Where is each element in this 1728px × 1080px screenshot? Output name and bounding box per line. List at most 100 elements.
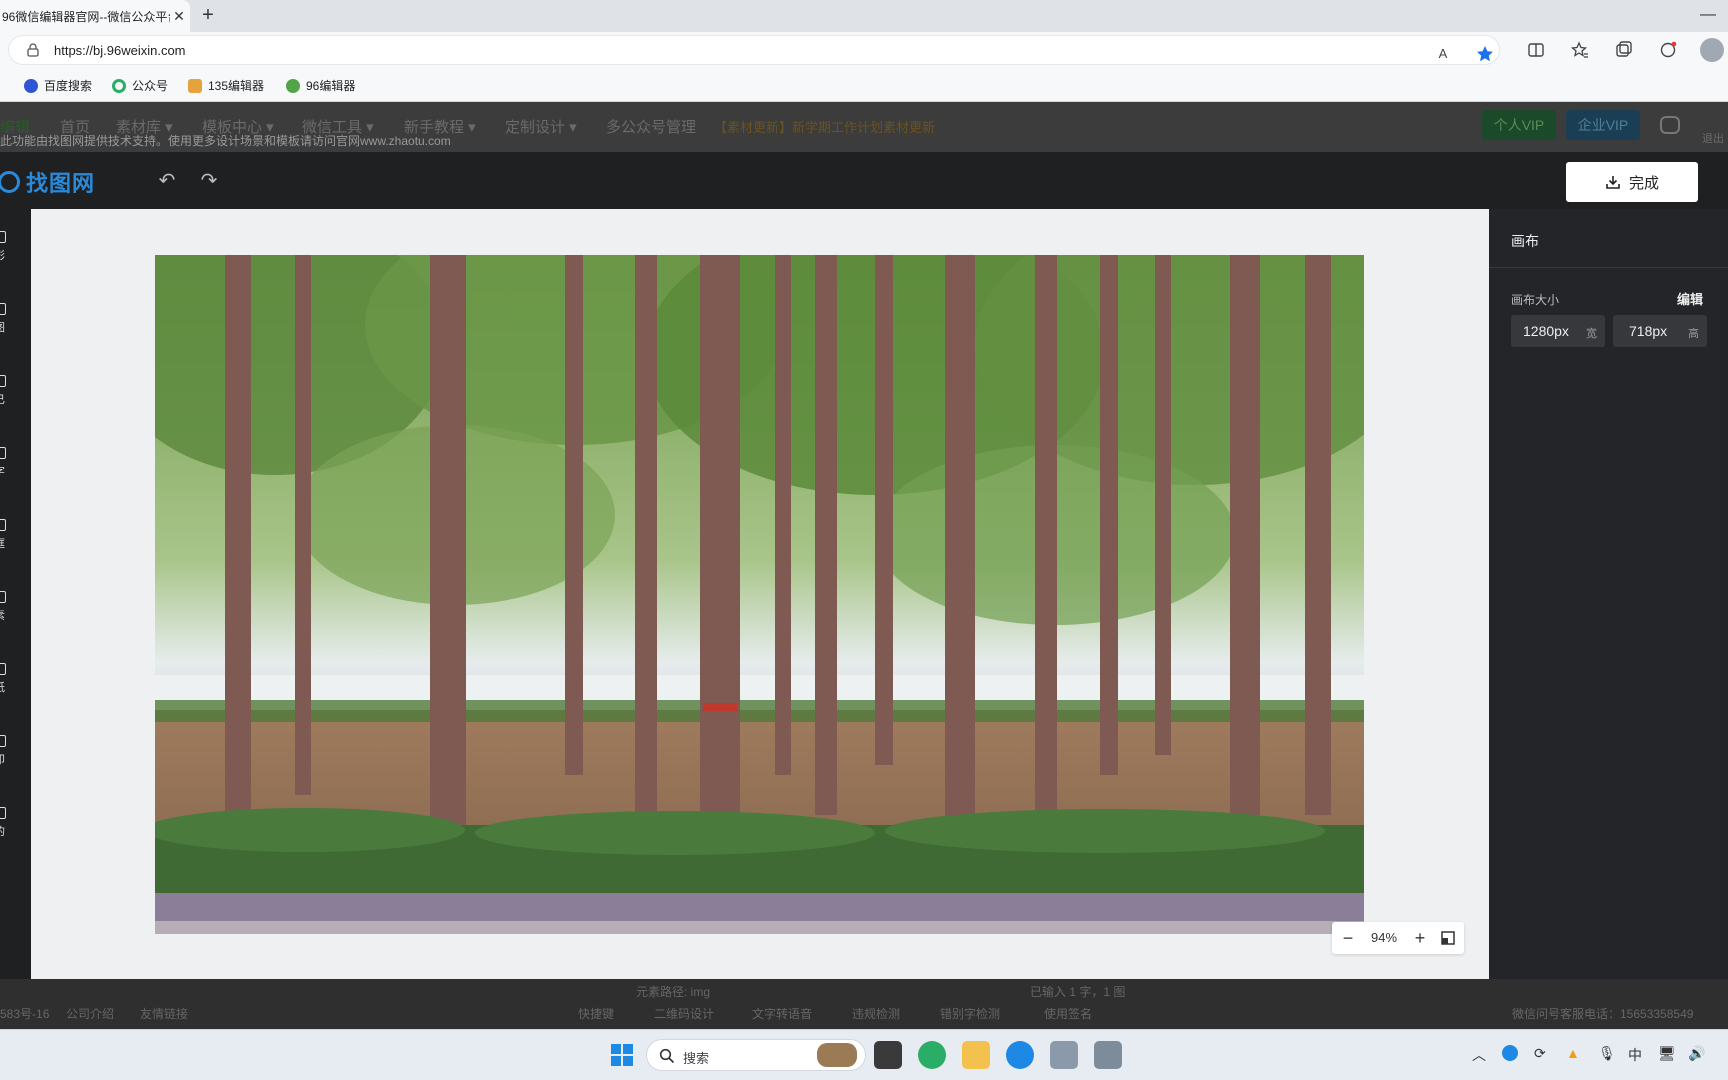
split-screen-icon[interactable] [1526, 40, 1546, 60]
minimize-button[interactable]: — [1700, 6, 1716, 24]
sync-icon[interactable]: ⟳ [1534, 1045, 1546, 1062]
canvas-height-field[interactable]: 718px 高 [1613, 315, 1707, 347]
search-icon [659, 1048, 675, 1064]
logo-text: 找图网 [26, 171, 96, 196]
tool-qrcode[interactable]: 二维码设计 [654, 1005, 714, 1022]
canvas-size-label: 画布大小 [1511, 293, 1560, 307]
notice-text[interactable]: 【素材更新】新学期工作计划素材更新 [714, 117, 935, 136]
zoom-control: − 94% + [1332, 922, 1464, 954]
rail-item-uploaded[interactable]: 已 [0, 375, 31, 415]
network-icon[interactable]: 🖥 [1658, 1045, 1676, 1062]
nav-item-custom-design[interactable]: 定制设计 ▾ [505, 116, 577, 137]
properties-panel: 画布 画布大小 编辑 1280px 宽 718px 高 [1489, 209, 1728, 979]
edit-size-button[interactable]: 编辑 [1677, 289, 1703, 308]
bookmarks-bar: 百度搜索 公众号 135编辑器 96编辑器 [0, 68, 1728, 102]
bookmark-label: 135编辑器 [208, 79, 265, 93]
paw-icon [24, 78, 38, 93]
width-unit: 宽 [1586, 328, 1597, 340]
zoom-in-button[interactable]: + [1410, 926, 1430, 950]
left-tool-rail: 影 图 已 字 框 素 纸 印 的 [0, 209, 31, 979]
favorites-icon[interactable] [1570, 40, 1590, 60]
rail-label: 已 [0, 391, 5, 407]
profile-avatar[interactable] [1700, 38, 1724, 62]
rail-item-photo[interactable]: 影 [0, 231, 31, 271]
taskbar-search[interactable]: 搜索 [646, 1039, 866, 1071]
canvas-area [31, 209, 1489, 979]
enterprise-vip-button[interactable]: 企业VIP [1566, 110, 1640, 140]
task-view-icon[interactable] [874, 1041, 902, 1069]
tray-app-icon[interactable] [1502, 1045, 1518, 1061]
canvas-width-field[interactable]: 1280px 宽 [1511, 315, 1605, 347]
tab-close-icon[interactable]: ✕ [170, 8, 188, 25]
rail-icon [0, 375, 6, 387]
extensions-icon[interactable] [1658, 40, 1678, 60]
app-icon-2[interactable] [1094, 1041, 1122, 1069]
tool-signature[interactable]: 使用签名 [1044, 1005, 1092, 1022]
rail-item-image[interactable]: 图 [0, 303, 31, 343]
rail-item-text[interactable]: 字 [0, 447, 31, 487]
windows-start-icon[interactable] [608, 1041, 636, 1069]
volume-icon[interactable]: 🔊 [1688, 1045, 1705, 1062]
bookmark-gongzhonghao[interactable]: 公众号 [112, 77, 168, 94]
personal-vip-button[interactable]: 个人VIP [1482, 110, 1556, 140]
tool-shortcuts[interactable]: 快捷键 [578, 1005, 614, 1022]
panel-title: 画布 [1511, 233, 1539, 249]
canvas-image[interactable] [155, 255, 1364, 934]
wechat-icon[interactable] [918, 1041, 946, 1069]
file-explorer-icon[interactable] [962, 1041, 990, 1069]
rail-label: 字 [0, 463, 5, 479]
address-bar: https://bj.96weixin.com A [0, 32, 1728, 68]
done-label: 完成 [1628, 174, 1659, 192]
rail-item-frame[interactable]: 框 [0, 519, 31, 559]
logout-link[interactable]: 退出 [1702, 130, 1724, 146]
rail-item-paper[interactable]: 纸 [0, 663, 31, 703]
recycle-icon [112, 78, 126, 93]
search-highlight-image [817, 1043, 857, 1067]
width-value: 1280px [1523, 323, 1569, 339]
tray-warning-icon[interactable]: ▲ [1566, 1045, 1580, 1061]
bookmark-96[interactable]: 96编辑器 [286, 77, 355, 94]
message-icon[interactable] [1660, 116, 1680, 134]
company-link[interactable]: 公司介绍 [66, 1005, 114, 1022]
nav-item-multi-account[interactable]: 多公众号管理 [606, 116, 696, 137]
read-aloud-icon[interactable]: A [1433, 44, 1453, 64]
app-icon[interactable] [1050, 1041, 1078, 1069]
new-tab-button[interactable]: + [196, 4, 220, 28]
browser-tab-bar: 96微信编辑器官网--微信公众平台 ✕ + — [0, 0, 1728, 32]
zoom-out-button[interactable]: − [1338, 926, 1358, 950]
bookmark-baidu[interactable]: 百度搜索 [24, 77, 92, 94]
undo-icon[interactable]: ↶ [154, 168, 180, 194]
rail-item-stamp[interactable]: 印 [0, 735, 31, 775]
rail-label: 的 [0, 823, 5, 839]
url-text[interactable]: https://bj.96weixin.com [54, 43, 186, 58]
rail-icon [0, 735, 6, 747]
bookmark-label: 96编辑器 [306, 79, 356, 93]
height-value: 718px [1629, 323, 1668, 339]
collections-icon[interactable] [1614, 40, 1634, 60]
icp-number: 583号-16 [0, 1007, 50, 1021]
rail-item-mine[interactable]: 的 [0, 807, 31, 847]
url-field[interactable]: https://bj.96weixin.com A [8, 35, 1500, 65]
ime-indicator[interactable]: 中 [1628, 1045, 1642, 1065]
rail-item-elements[interactable]: 素 [0, 591, 31, 631]
rail-label: 影 [0, 247, 5, 263]
tool-violation-check[interactable]: 违规检测 [852, 1005, 900, 1022]
editor-logo: 找图网 [0, 168, 95, 196]
bookmark-135[interactable]: 135编辑器 [188, 77, 264, 94]
rail-icon [0, 447, 6, 459]
height-unit: 高 [1688, 328, 1699, 340]
lock-icon[interactable] [27, 43, 39, 57]
fit-screen-icon[interactable] [1438, 926, 1458, 950]
bookmark-label: 百度搜索 [44, 79, 93, 93]
tool-tts[interactable]: 文字转语音 [752, 1005, 812, 1022]
tray-chevron-icon[interactable]: ︿ [1472, 1045, 1486, 1065]
rail-label: 框 [0, 535, 5, 551]
browser-tab[interactable]: 96微信编辑器官网--微信公众平台 ✕ [0, 0, 190, 32]
microphone-icon[interactable]: 🎙 [1598, 1045, 1616, 1062]
redo-icon[interactable]: ↷ [196, 168, 222, 194]
favorite-star-icon[interactable] [1475, 44, 1495, 64]
tool-typo-check[interactable]: 错别字检测 [940, 1005, 1000, 1022]
edge-browser-icon[interactable] [1006, 1041, 1034, 1069]
friend-links[interactable]: 友情链接 [140, 1005, 188, 1022]
done-button[interactable]: 完成 [1566, 162, 1698, 202]
